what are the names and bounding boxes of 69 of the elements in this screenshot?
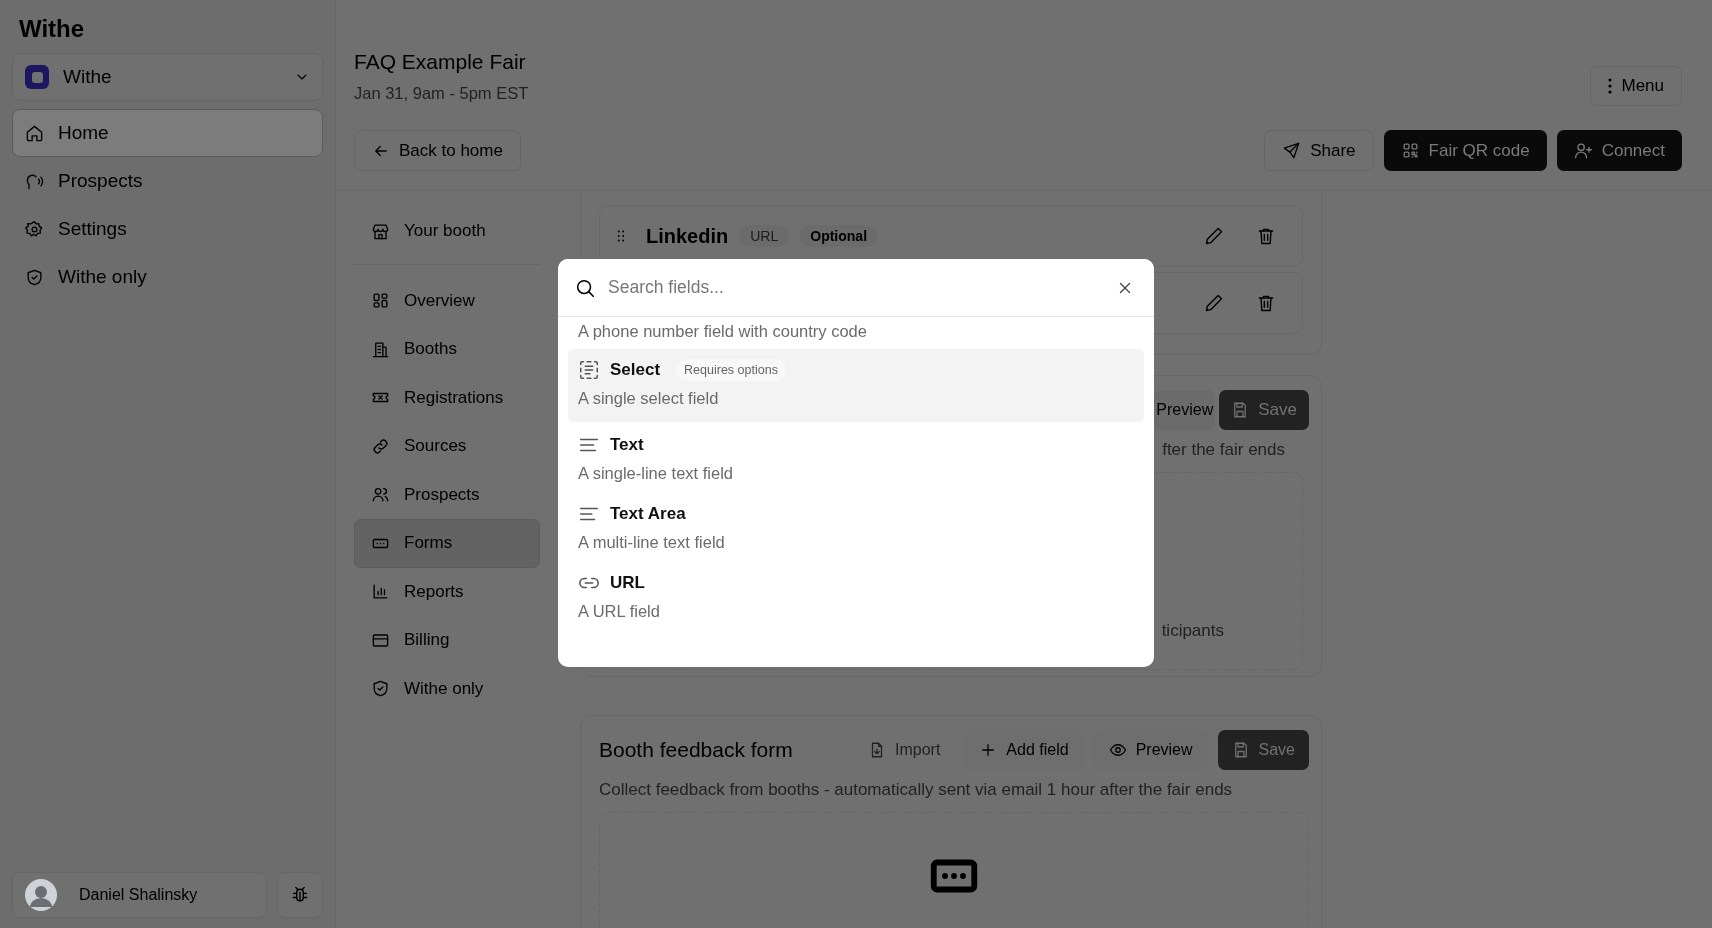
page-title: FAQ Example Fair [354, 50, 527, 74]
subnav-item[interactable]: Overview [354, 276, 540, 325]
option-title: Text [610, 435, 644, 455]
field-option[interactable]: Select Requires options A single select field [568, 349, 1144, 422]
organization-selector[interactable]: Withe [12, 53, 323, 101]
field-name: Linkedin [646, 224, 729, 248]
option-description: A single select field [578, 389, 720, 408]
send-icon [1282, 141, 1302, 160]
logo-icon [25, 65, 49, 89]
subnav-item[interactable]: Booths [354, 325, 540, 374]
empty-state-text: ticipants [1161, 621, 1224, 641]
action-button[interactable]: Connect [1556, 130, 1682, 171]
home-icon [25, 123, 44, 143]
debug-button[interactable] [277, 872, 323, 918]
field-option[interactable]: Text Area A multi-line text field [568, 493, 1144, 560]
option-description: A single-line text field [578, 464, 734, 483]
option-title: Select [610, 360, 661, 380]
subnav-item[interactable]: Reports [354, 567, 540, 616]
option-badge: Requires options [676, 359, 786, 381]
pencil-icon [1204, 226, 1224, 246]
subnav-item[interactable]: Forms [354, 519, 540, 568]
option-description: A URL field [578, 602, 661, 621]
user-button[interactable]: Daniel Shalinsky [12, 872, 267, 918]
store-icon [371, 221, 390, 241]
action-button[interactable]: Fair QR code [1383, 130, 1547, 171]
avatar [25, 879, 57, 911]
subnav-item[interactable]: Registrations [354, 373, 540, 422]
trash-icon [1256, 226, 1276, 246]
shield-icon [371, 679, 390, 699]
building-icon [371, 339, 390, 359]
sidebar-item[interactable]: Home [12, 109, 323, 157]
option-description: A multi-line text field [578, 533, 726, 552]
action-button[interactable]: Share [1264, 130, 1374, 171]
subnav-item[interactable]: Prospects [354, 470, 540, 519]
app-title: Withe [18, 14, 86, 44]
settings-icon [25, 219, 44, 239]
bar-chart-icon [371, 582, 390, 602]
subnav-item[interactable]: Billing [354, 616, 540, 665]
field-type-tag: URL [740, 225, 789, 247]
form-description: fter the fair ends [1162, 440, 1285, 459]
option-title: URL [610, 573, 645, 593]
dashboard-icon [371, 291, 390, 311]
subnav-item[interactable]: Sources [354, 422, 540, 471]
subnav-item[interactable]: Withe only [354, 664, 540, 713]
subnav-item[interactable]: Your booth [354, 207, 540, 256]
link-icon [371, 436, 390, 456]
back-button[interactable]: Back to home [354, 130, 521, 171]
eye-icon [1108, 741, 1127, 759]
more-icon [1608, 78, 1613, 94]
preview-button[interactable]: Preview [1154, 390, 1216, 430]
sidebar-item[interactable]: Withe only [12, 253, 323, 301]
form-description: Collect feedback from booths - automatically sent via email 1 hour after the fair ends [599, 780, 1234, 800]
trash-icon [1256, 293, 1276, 313]
option-title: Text Area [610, 504, 686, 524]
sidebar-item[interactable]: Prospects [12, 157, 323, 205]
list-select-icon [578, 359, 600, 381]
menu-button[interactable]: Menu [1590, 66, 1682, 106]
optional-tag: Optional [800, 225, 878, 247]
save-button[interactable]: Save [1219, 390, 1309, 430]
option-description: A phone number field with country code [577, 321, 868, 341]
field-option[interactable]: URL A URL field [568, 562, 1144, 629]
user-plus-icon [1573, 141, 1593, 160]
pencil-icon [1204, 293, 1224, 313]
form-title: Booth feedback form [599, 738, 793, 762]
shield-icon [25, 267, 44, 287]
sidebar-item[interactable]: Settings [12, 205, 323, 253]
field-option[interactable]: Text A single-line text field [568, 424, 1144, 491]
event-date: Jan 31, 9am - 5pm EST [354, 84, 529, 103]
qr-code-icon [1400, 141, 1420, 160]
